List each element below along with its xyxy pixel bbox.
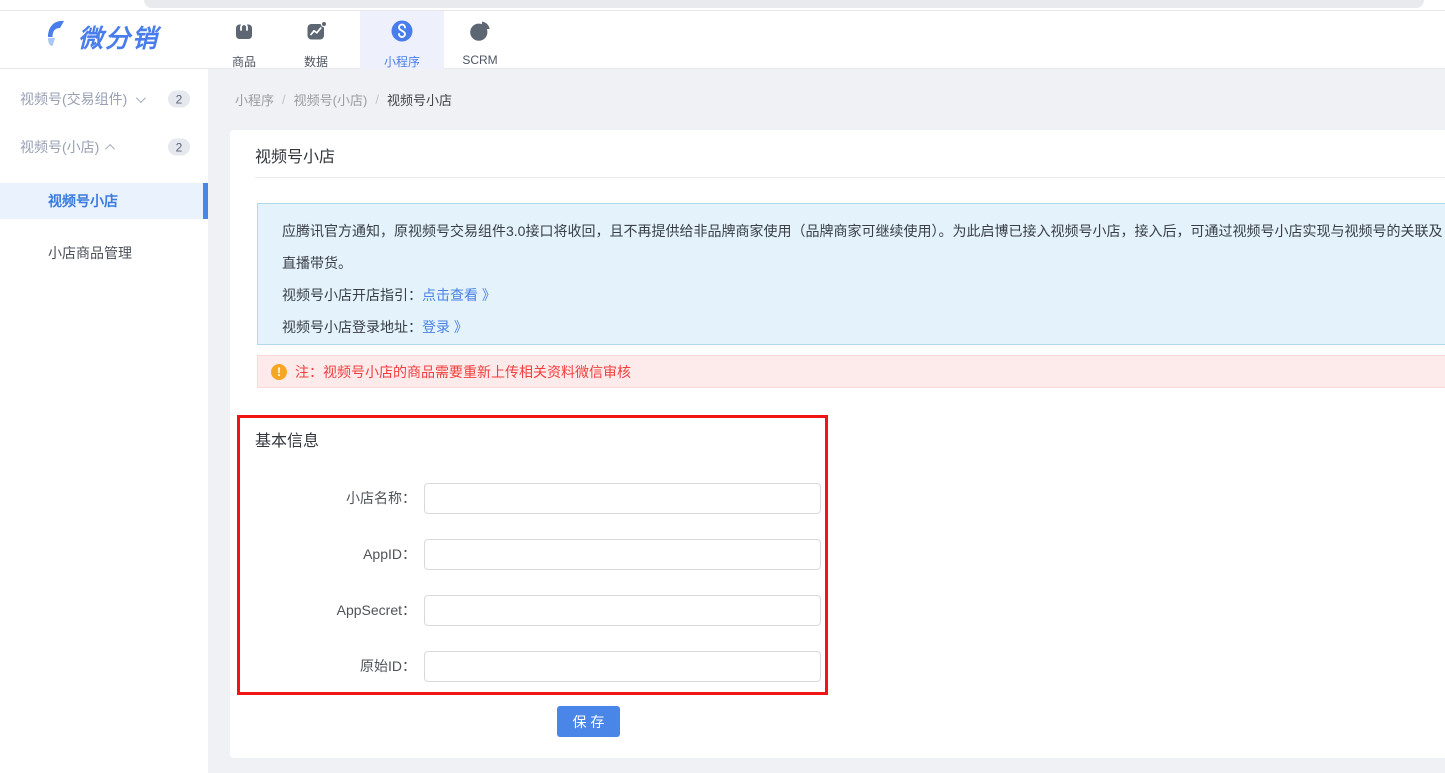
sidebar-group-channel-shop[interactable]: 视频号(小店) 2 xyxy=(0,123,208,171)
horizontal-scrollbar-thumb[interactable] xyxy=(144,0,1424,8)
sidebar: 视频号(交易组件) 2 视频号(小店) 2 视频号小店 小店商品管理 xyxy=(0,69,208,773)
page-title: 视频号小店 xyxy=(255,143,335,167)
form-row-appid: AppID： xyxy=(240,539,825,570)
sidebar-item-channel-shop[interactable]: 视频号小店 xyxy=(0,183,208,219)
nav-label: 小程序 xyxy=(384,53,420,70)
nav-item-data[interactable]: 数据 xyxy=(288,11,344,69)
breadcrumb-separator: / xyxy=(282,92,286,107)
breadcrumb-item[interactable]: 视频号(小店) xyxy=(294,90,368,109)
guide-link[interactable]: 点击查看 》 xyxy=(422,287,496,303)
shopping-bag-icon xyxy=(232,19,256,48)
login-link[interactable]: 登录 》 xyxy=(422,319,468,335)
red-annotation-rectangle: 基本信息 小店名称： AppID： AppSecret： 原始ID： xyxy=(237,415,828,695)
appid-label: AppID： xyxy=(240,539,420,570)
logo-leaf-icon xyxy=(40,16,70,57)
original-id-input[interactable] xyxy=(424,651,821,682)
count-badge: 2 xyxy=(168,91,190,108)
nav-label: 商品 xyxy=(232,53,256,70)
section-title-basic-info: 基本信息 xyxy=(255,427,319,451)
chevron-up-icon xyxy=(105,143,115,153)
content-card: 视频号小店 应腾讯官方通知，原视频号交易组件3.0接口将收回，且不再提供给非品牌… xyxy=(230,130,1445,758)
form-row-shop-name: 小店名称： xyxy=(240,483,825,514)
nav-item-goods[interactable]: 商品 xyxy=(216,11,272,69)
data-chart-icon xyxy=(304,19,328,48)
form-row-appsecret: AppSecret： xyxy=(240,595,825,626)
sidebar-group-trade-component[interactable]: 视频号(交易组件) 2 xyxy=(0,75,208,123)
sidebar-group-label: 视频号(小店) xyxy=(20,137,99,157)
login-label: 视频号小店登录地址： xyxy=(282,319,422,335)
app-logo[interactable]: 微分销 xyxy=(40,16,159,57)
sidebar-group-label: 视频号(交易组件) xyxy=(20,89,127,109)
count-badge: 2 xyxy=(168,139,190,156)
breadcrumb: 小程序 / 视频号(小店) / 视频号小店 xyxy=(235,69,452,130)
notice-paragraph-line1: 应腾讯官方通知，原视频号交易组件3.0接口将收回，且不再提供给非品牌商家使用（品… xyxy=(282,215,1445,247)
logo-text: 微分销 xyxy=(78,19,159,55)
appsecret-input[interactable] xyxy=(424,595,821,626)
pie-chart-icon xyxy=(468,19,492,48)
appsecret-label: AppSecret： xyxy=(240,595,420,626)
breadcrumb-current: 视频号小店 xyxy=(387,90,452,109)
breadcrumb-separator: / xyxy=(375,92,379,107)
sidebar-item-label: 小店商品管理 xyxy=(48,243,132,263)
nav-label: 数据 xyxy=(304,53,328,70)
sidebar-item-label: 视频号小店 xyxy=(48,191,118,211)
title-divider xyxy=(255,177,1445,178)
warning-text: 注：视频号小店的商品需要重新上传相关资料微信审核 xyxy=(295,362,631,382)
main-content-area: 小程序 / 视频号(小店) / 视频号小店 视频号小店 应腾讯官方通知，原视频号… xyxy=(208,69,1445,773)
save-button[interactable]: 保 存 xyxy=(557,706,620,737)
shop-name-label: 小店名称： xyxy=(240,483,420,514)
notice-paragraph-line2: 直播带货。 xyxy=(282,247,1445,279)
guide-label: 视频号小店开店指引： xyxy=(282,287,422,303)
top-nav: 商品 数据 小程序 xyxy=(216,11,524,69)
warning-notice-box: ! 注：视频号小店的商品需要重新上传相关资料微信审核 xyxy=(257,355,1445,388)
form-row-original-id: 原始ID： xyxy=(240,651,825,682)
nav-item-miniprogram[interactable]: 小程序 xyxy=(360,11,444,69)
miniprogram-icon xyxy=(390,19,414,48)
breadcrumb-item[interactable]: 小程序 xyxy=(235,90,274,109)
info-notice-box: 应腾讯官方通知，原视频号交易组件3.0接口将收回，且不再提供给非品牌商家使用（品… xyxy=(257,203,1445,345)
scrollbar-track-line xyxy=(0,10,1445,11)
appid-input[interactable] xyxy=(424,539,821,570)
chevron-down-icon xyxy=(136,93,146,103)
shop-name-input[interactable] xyxy=(424,483,821,514)
nav-label: SCRM xyxy=(462,53,497,67)
original-id-label: 原始ID： xyxy=(240,651,420,682)
exclamation-circle-icon: ! xyxy=(271,364,287,380)
nav-item-scrm[interactable]: SCRM xyxy=(452,11,508,69)
sidebar-item-shop-goods-management[interactable]: 小店商品管理 xyxy=(0,235,208,271)
